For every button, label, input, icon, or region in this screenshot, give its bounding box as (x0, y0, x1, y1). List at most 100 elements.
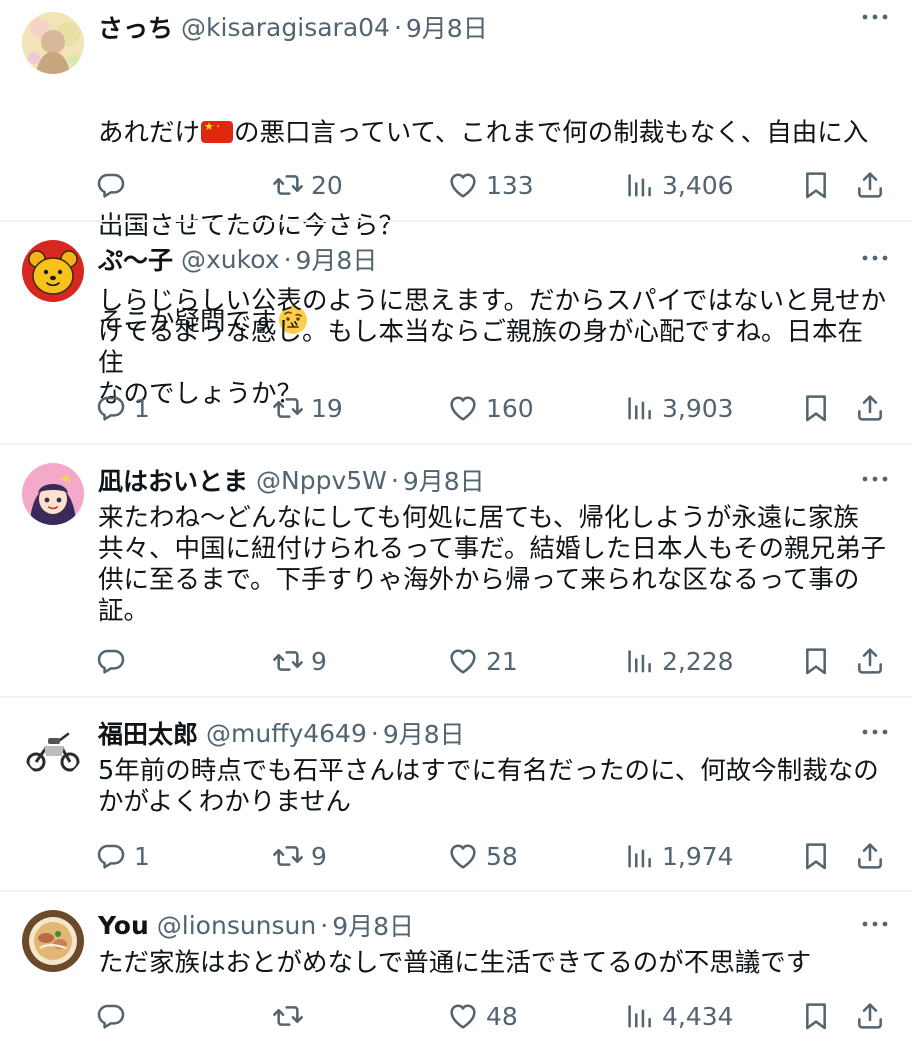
retweet-button[interactable]: 9 (272, 641, 327, 681)
avatar[interactable] (22, 463, 84, 525)
action-bar: 1 9 58 1,974 (0, 836, 912, 876)
display-name[interactable]: You (98, 911, 149, 940)
views-button[interactable]: 4,434 (623, 996, 734, 1036)
bookmark-button[interactable] (800, 641, 832, 681)
bookmark-button[interactable] (800, 388, 832, 428)
like-button[interactable]: 58 (447, 836, 518, 876)
more-icon[interactable] (860, 4, 890, 30)
display-name[interactable]: 福田太郎 (98, 715, 198, 751)
reply-card[interactable]: You @lionsunsun · 9月8日 ただ家族はおとがめなしで普通に生活… (0, 890, 912, 1040)
china-flag-emoji-icon (201, 120, 234, 143)
share-button[interactable] (854, 165, 886, 205)
retweet-icon (272, 392, 304, 424)
views-icon (623, 840, 655, 872)
share-icon (854, 1000, 886, 1032)
bookmark-button[interactable] (800, 996, 832, 1036)
reply-text-segment: の悪口言っていて、これまで何の制裁もなく、自由に入 (234, 118, 869, 148)
post-date[interactable]: 9月8日 (403, 462, 485, 498)
retweet-count: 19 (311, 393, 343, 423)
reply-card[interactable]: 凪はおいとま @Nppv5W · 9月8日 来たわね〜どんなにしても何処に居ても… (0, 443, 912, 696)
reply-button[interactable] (95, 641, 134, 681)
avatar[interactable] (22, 240, 84, 302)
post-date[interactable]: 9月8日 (332, 907, 414, 943)
bookmark-button[interactable] (800, 165, 832, 205)
avatar[interactable] (22, 716, 84, 778)
reply-icon (95, 169, 127, 201)
bookmark-button[interactable] (800, 836, 832, 876)
like-button[interactable]: 21 (447, 641, 518, 681)
retweet-button[interactable]: 9 (272, 836, 327, 876)
reply-card[interactable]: 福田太郎 @muffy4649 · 9月8日 5年前の時点でも石平さんはすでに有… (0, 696, 912, 890)
user-handle[interactable]: @kisaragisara04 (181, 13, 390, 42)
display-name[interactable]: さっち (98, 9, 173, 45)
avatar[interactable] (22, 910, 84, 972)
reply-button[interactable]: 1 (95, 388, 150, 428)
post-date[interactable]: 9月8日 (383, 715, 465, 751)
views-icon (623, 645, 655, 677)
views-button[interactable]: 1,974 (623, 836, 734, 876)
views-icon (623, 392, 655, 424)
share-button[interactable] (854, 836, 886, 876)
user-handle[interactable]: @Nppv5W (256, 466, 387, 495)
reply-card[interactable]: ぷ〜子 @xukox · 9月8日 しらじらしい公表のように思えます。だからスパ… (0, 220, 912, 443)
reply-header: 凪はおいとま @Nppv5W · 9月8日 (98, 463, 892, 497)
retweet-button[interactable]: 20 (272, 165, 343, 205)
user-handle[interactable]: @lionsunsun (157, 911, 316, 940)
like-count: 133 (486, 170, 534, 200)
separator-dot: · (390, 465, 399, 495)
post-date[interactable]: 9月8日 (406, 9, 488, 45)
reply-header: さっち @kisaragisara04 · 9月8日 (98, 10, 892, 44)
like-button[interactable]: 160 (447, 388, 534, 428)
views-icon (623, 169, 655, 201)
user-handle[interactable]: @muffy4649 (206, 719, 367, 748)
post-date[interactable]: 9月8日 (296, 241, 378, 277)
like-button[interactable]: 48 (447, 996, 518, 1036)
more-icon[interactable] (860, 245, 890, 271)
retweet-icon (272, 840, 304, 872)
display-name[interactable]: ぷ〜子 (98, 241, 173, 277)
reply-count: 1 (134, 393, 150, 423)
reply-button[interactable] (95, 165, 134, 205)
reply-text-segment: あれだけ (98, 118, 201, 148)
heart-icon (447, 1000, 479, 1032)
reply-button[interactable]: 1 (95, 836, 150, 876)
like-button[interactable]: 133 (447, 165, 534, 205)
retweet-count: 20 (311, 170, 343, 200)
display-name[interactable]: 凪はおいとま (98, 462, 248, 498)
action-bar: 48 4,434 (0, 996, 912, 1036)
reply-button[interactable] (95, 996, 134, 1036)
reply-text: ただ家族はおとがめなしで普通に生活できてるのが不思議です (98, 948, 812, 978)
views-button[interactable]: 2,228 (623, 641, 734, 681)
share-button[interactable] (854, 388, 886, 428)
reply-text-line: あれだけ の悪口言っていて、これまで何の制裁もなく、自由に入 (98, 118, 886, 149)
bookmark-icon (800, 1000, 832, 1032)
retweet-count: 9 (311, 841, 327, 871)
reply-header: 福田太郎 @muffy4649 · 9月8日 (98, 716, 892, 750)
share-icon (854, 392, 886, 424)
reply-header: You @lionsunsun · 9月8日 (98, 908, 892, 942)
view-count: 3,406 (662, 170, 734, 200)
retweet-button[interactable]: 19 (272, 388, 343, 428)
avatar[interactable] (22, 12, 84, 74)
views-button[interactable]: 3,406 (623, 165, 734, 205)
views-button[interactable]: 3,903 (623, 388, 734, 428)
bookmark-icon (800, 645, 832, 677)
heart-icon (447, 645, 479, 677)
retweet-button[interactable] (272, 996, 311, 1036)
more-icon[interactable] (860, 466, 890, 492)
reply-icon (95, 840, 127, 872)
share-button[interactable] (854, 996, 886, 1036)
reply-count: 1 (134, 841, 150, 871)
views-icon (623, 1000, 655, 1032)
bookmark-icon (800, 840, 832, 872)
more-icon[interactable] (860, 719, 890, 745)
bookmark-icon (800, 169, 832, 201)
view-count: 3,903 (662, 393, 734, 423)
retweet-icon (272, 645, 304, 677)
share-button[interactable] (854, 641, 886, 681)
more-icon[interactable] (860, 911, 890, 937)
user-handle[interactable]: @xukox (181, 245, 280, 274)
heart-icon (447, 169, 479, 201)
reply-card[interactable]: さっち @kisaragisara04 · 9月8日 あれだけ の悪口言っていて、… (0, 0, 912, 337)
share-icon (854, 645, 886, 677)
